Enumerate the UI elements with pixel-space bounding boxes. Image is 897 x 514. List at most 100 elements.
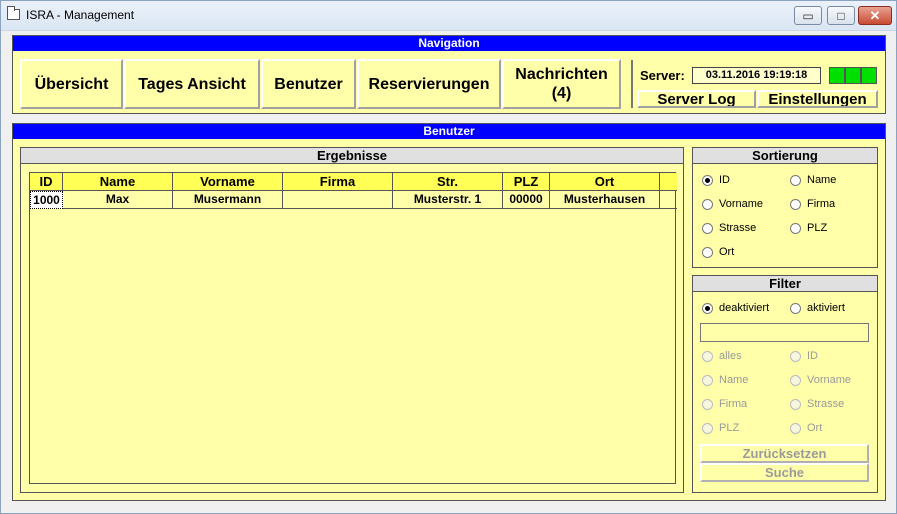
sorting-title: Sortierung [693,148,877,164]
table-cell-firma[interactable] [283,191,393,209]
radio-dot-icon [790,422,801,434]
title-bar[interactable]: ISRA - Management ▭ □ ✕ [1,1,896,31]
nav-button-reservierungen[interactable]: Reservierungen [357,59,501,109]
benutzer-panel: Benutzer Ergebnisse ID Name Vorname Firm… [12,123,886,501]
radio-dot-icon [790,398,801,410]
radio-dot-icon [702,222,713,234]
results-title: Ergebnisse [21,148,683,164]
radio-dot-icon [790,350,801,362]
filter-radio-deaktiviert[interactable]: deaktiviert [702,302,769,314]
column-header-plz[interactable]: PLZ [503,173,550,191]
status-indicator-3 [861,67,877,84]
sorting-panel: Sortierung ID Name Vorname Firma Strasse… [692,147,878,268]
radio-dot-icon [790,198,801,210]
status-indicator-2 [845,67,861,84]
sort-label-id: ID [719,174,730,186]
nav-divider [631,60,633,108]
minimize-button[interactable]: ▭ [794,6,822,25]
sort-radio-firma[interactable]: Firma [790,198,835,210]
sort-radio-vorname[interactable]: Vorname [702,198,763,210]
filter-field-label-id: ID [807,350,818,362]
column-header-id[interactable]: ID [30,173,63,191]
status-indicator-1 [829,67,845,84]
radio-dot-icon [790,222,801,234]
filter-field-firma[interactable]: Firma [702,398,747,410]
maximize-button[interactable]: □ [827,6,855,25]
suche-button[interactable]: Suche [700,463,869,482]
server-time: 03.11.2016 19:19:18 [692,67,821,84]
table-cell-vorname[interactable]: Musermann [173,191,283,209]
table-cell-spacer [660,191,677,209]
table-cell-plz[interactable]: 00000 [503,191,550,209]
nav-button-benutzer[interactable]: Benutzer [261,59,356,109]
zuruecksetzen-button[interactable]: Zurücksetzen [700,444,869,463]
filter-radio-aktiviert[interactable]: aktiviert [790,302,845,314]
column-header-vorname[interactable]: Vorname [173,173,283,191]
navigation-header: Navigation [13,36,885,51]
column-header-strasse[interactable]: Str. [393,173,503,191]
sort-label-name: Name [807,174,837,186]
sort-label-ort: Ort [719,246,735,258]
nav-button-tages-ansicht[interactable]: Tages Ansicht [124,59,260,109]
filter-label-deaktiviert: deaktiviert [719,302,770,314]
radio-dot-icon [702,174,713,186]
sort-label-firma: Firma [807,198,836,210]
filter-field-label-vorname: Vorname [807,374,852,386]
table-cell-ort[interactable]: Musterhausen [550,191,660,209]
filter-panel: Filter deaktiviert aktiviert alles ID Na… [692,275,878,493]
sort-label-strasse: Strasse [719,222,757,234]
sort-radio-id[interactable]: ID [702,174,730,186]
close-button[interactable]: ✕ [858,6,892,25]
radio-dot-icon [702,302,713,314]
column-header-firma[interactable]: Firma [283,173,393,191]
filter-field-label-name: Name [719,374,749,386]
sort-radio-plz[interactable]: PLZ [790,222,827,234]
server-label: Server: [640,68,685,83]
radio-dot-icon [790,374,801,386]
navigation-panel: Navigation Übersicht Tages Ansicht Benut… [12,35,886,114]
results-grid[interactable]: ID Name Vorname Firma Str. PLZ Ort 1000 … [29,172,677,484]
server-log-button[interactable]: Server Log [637,90,756,108]
filter-field-label-plz: PLZ [719,422,740,434]
radio-dot-icon [702,374,713,386]
filter-field-label-strasse: Strasse [807,398,845,410]
radio-dot-icon [790,174,801,186]
column-header-spacer [660,173,677,191]
filter-field-vorname[interactable]: Vorname [790,374,851,386]
folder-icon [7,6,20,20]
nav-button-nachrichten[interactable]: Nachrichten (4) [502,59,621,109]
table-cell-id[interactable]: 1000 [30,191,63,209]
column-header-ort[interactable]: Ort [550,173,660,191]
radio-dot-icon [702,422,713,434]
window-title: ISRA - Management [26,8,135,22]
radio-dot-icon [702,198,713,210]
filter-field-id[interactable]: ID [790,350,818,362]
filter-field-ort[interactable]: Ort [790,422,822,434]
radio-dot-icon [790,302,801,314]
table-cell-strasse[interactable]: Musterstr. 1 [393,191,503,209]
sort-label-plz: PLZ [807,222,828,234]
filter-input[interactable] [700,323,869,342]
filter-field-label-firma: Firma [719,398,748,410]
filter-field-strasse[interactable]: Strasse [790,398,844,410]
app-window: ISRA - Management ▭ □ ✕ Navigation Übers… [0,0,897,514]
filter-field-label-ort: Ort [807,422,823,434]
filter-title: Filter [693,276,877,292]
results-panel: Ergebnisse ID Name Vorname Firma Str. PL… [20,147,684,493]
einstellungen-button[interactable]: Einstellungen [757,90,878,108]
filter-field-alles[interactable]: alles [702,350,742,362]
nav-button-uebersicht[interactable]: Übersicht [20,59,123,109]
filter-label-aktiviert: aktiviert [807,302,845,314]
sort-radio-strasse[interactable]: Strasse [702,222,756,234]
sort-radio-name[interactable]: Name [790,174,836,186]
radio-dot-icon [702,398,713,410]
filter-field-label-alles: alles [719,350,742,362]
filter-field-plz[interactable]: PLZ [702,422,739,434]
table-cell-name[interactable]: Max [63,191,173,209]
column-header-name[interactable]: Name [63,173,173,191]
filter-field-name[interactable]: Name [702,374,748,386]
sort-radio-ort[interactable]: Ort [702,246,734,258]
benutzer-header: Benutzer [13,124,885,139]
radio-dot-icon [702,246,713,258]
sort-label-vorname: Vorname [719,198,764,210]
